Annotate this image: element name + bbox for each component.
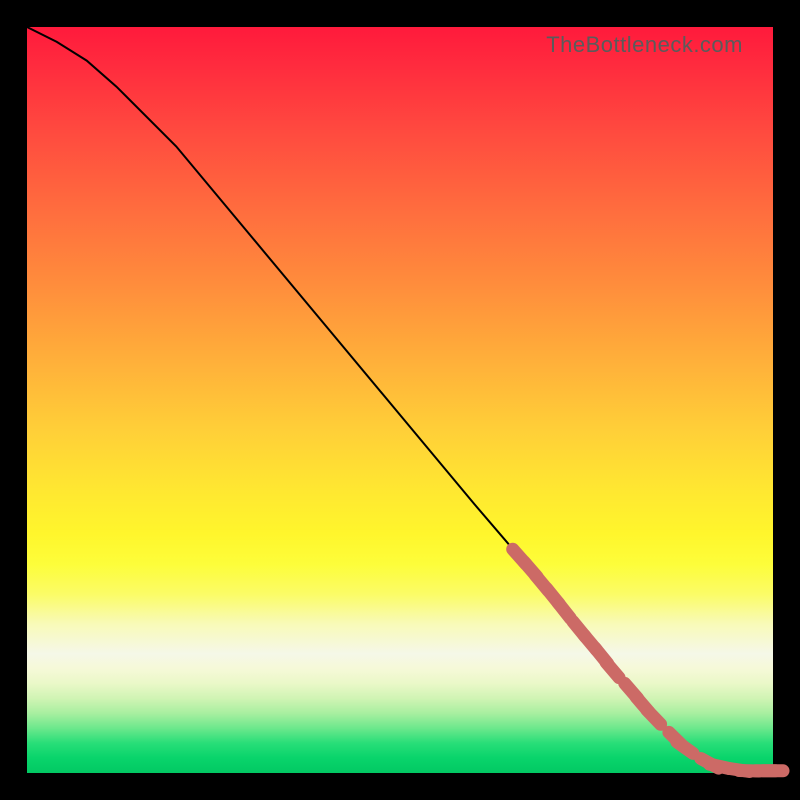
data-marker — [677, 742, 693, 754]
marker-group — [513, 549, 783, 771]
data-marker — [606, 662, 619, 677]
data-marker — [647, 710, 661, 725]
chart-svg — [27, 27, 773, 773]
chart-frame: TheBottleneck.com — [0, 0, 800, 800]
curve-line — [27, 27, 773, 771]
data-marker — [558, 603, 570, 619]
plot-area: TheBottleneck.com — [27, 27, 773, 773]
